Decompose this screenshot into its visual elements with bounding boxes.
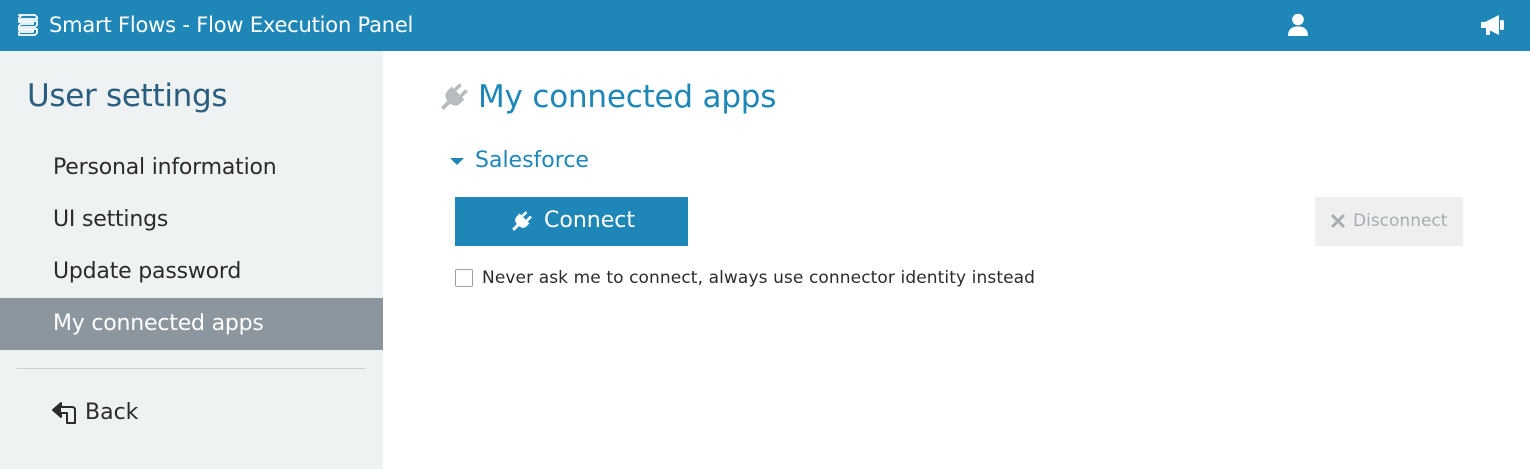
sidebar-item-label: My connected apps [53,311,264,336]
sidebar-item-label: Personal information [53,155,277,180]
salesforce-section-toggle[interactable]: Salesforce [449,146,649,176]
app-title: Smart Flows - Flow Execution Panel [49,13,414,37]
megaphone-icon[interactable] [1480,14,1505,36]
sidebar-item-update-password[interactable]: Update password [0,246,383,298]
connect-label: Connect [544,208,635,233]
caret-down-icon [450,158,464,165]
sidebar-item-label: Update password [53,259,242,284]
sidebar-title: User settings [27,78,228,114]
sidebar: User settings Personal information UI se… [0,51,383,469]
back-arrow-icon [52,402,76,424]
disconnect-button[interactable]: Disconnect [1315,197,1463,246]
sidebar-divider [17,368,365,369]
plug-icon [512,211,532,231]
user-icon[interactable] [1287,13,1309,37]
plug-icon [440,83,468,111]
back-label: Back [85,400,139,425]
connector-identity-option: Never ask me to connect, always use conn… [455,265,1075,291]
section-label: Salesforce [475,148,589,173]
sidebar-item-personal-information[interactable]: Personal information [0,142,383,194]
connect-button[interactable]: Connect [455,197,688,246]
page-title: My connected apps [478,79,777,115]
checkbox-label[interactable]: Never ask me to connect, always use conn… [482,266,1035,290]
close-icon [1331,214,1345,228]
disconnect-label: Disconnect [1353,211,1448,231]
top-bar: Smart Flows - Flow Execution Panel [0,0,1530,51]
sidebar-item-my-connected-apps[interactable]: My connected apps [0,298,383,350]
connector-identity-checkbox[interactable] [455,269,473,287]
layers-icon [18,14,38,36]
sidebar-item-label: UI settings [53,207,169,232]
back-link[interactable]: Back [52,397,172,429]
sidebar-item-ui-settings[interactable]: UI settings [0,194,383,246]
